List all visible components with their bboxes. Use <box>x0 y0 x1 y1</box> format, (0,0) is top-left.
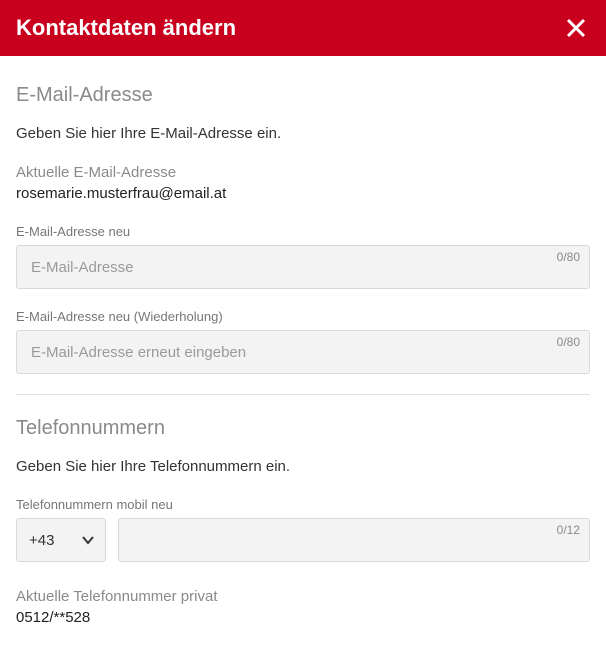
chevron-down-icon <box>81 533 95 547</box>
email-section-heading: E-Mail-Adresse <box>16 84 590 107</box>
close-icon <box>565 17 587 39</box>
mobile-phone-field-wrap: 0/12 <box>118 518 590 562</box>
mobile-phone-label: Telefonnummern mobil neu <box>16 497 590 512</box>
email-new-input[interactable] <box>16 245 590 289</box>
mobile-phone-counter: 0/12 <box>557 523 580 537</box>
current-private-phone-label: Aktuelle Telefonnummer privat <box>16 588 590 605</box>
phone-section-heading: Telefonnummern <box>16 417 590 440</box>
country-code-value: +43 <box>29 532 54 549</box>
email-new-label: E-Mail-Adresse neu <box>16 224 590 239</box>
current-private-phone-value: 0512/**528 <box>16 609 590 626</box>
email-repeat-field-wrap: 0/80 <box>16 330 590 374</box>
email-new-counter: 0/80 <box>557 250 580 264</box>
mobile-phone-row: +43 0/12 <box>16 518 590 562</box>
current-email-label: Aktuelle E-Mail-Adresse <box>16 164 590 181</box>
phone-section-description: Geben Sie hier Ihre Telefonnummern ein. <box>16 458 590 475</box>
country-code-select[interactable]: +43 <box>16 518 106 562</box>
mobile-phone-input[interactable] <box>118 518 590 562</box>
email-repeat-label: E-Mail-Adresse neu (Wiederholung) <box>16 309 590 324</box>
current-email-value: rosemarie.musterfrau@email.at <box>16 185 590 202</box>
dialog-title: Kontaktdaten ändern <box>16 15 236 41</box>
email-repeat-input[interactable] <box>16 330 590 374</box>
email-repeat-counter: 0/80 <box>557 335 580 349</box>
email-section-description: Geben Sie hier Ihre E-Mail-Adresse ein. <box>16 125 590 142</box>
section-divider <box>16 394 590 395</box>
dialog-content: E-Mail-Adresse Geben Sie hier Ihre E-Mai… <box>0 56 606 646</box>
dialog-header: Kontaktdaten ändern <box>0 0 606 56</box>
close-button[interactable] <box>562 14 590 42</box>
email-new-field-wrap: 0/80 <box>16 245 590 289</box>
